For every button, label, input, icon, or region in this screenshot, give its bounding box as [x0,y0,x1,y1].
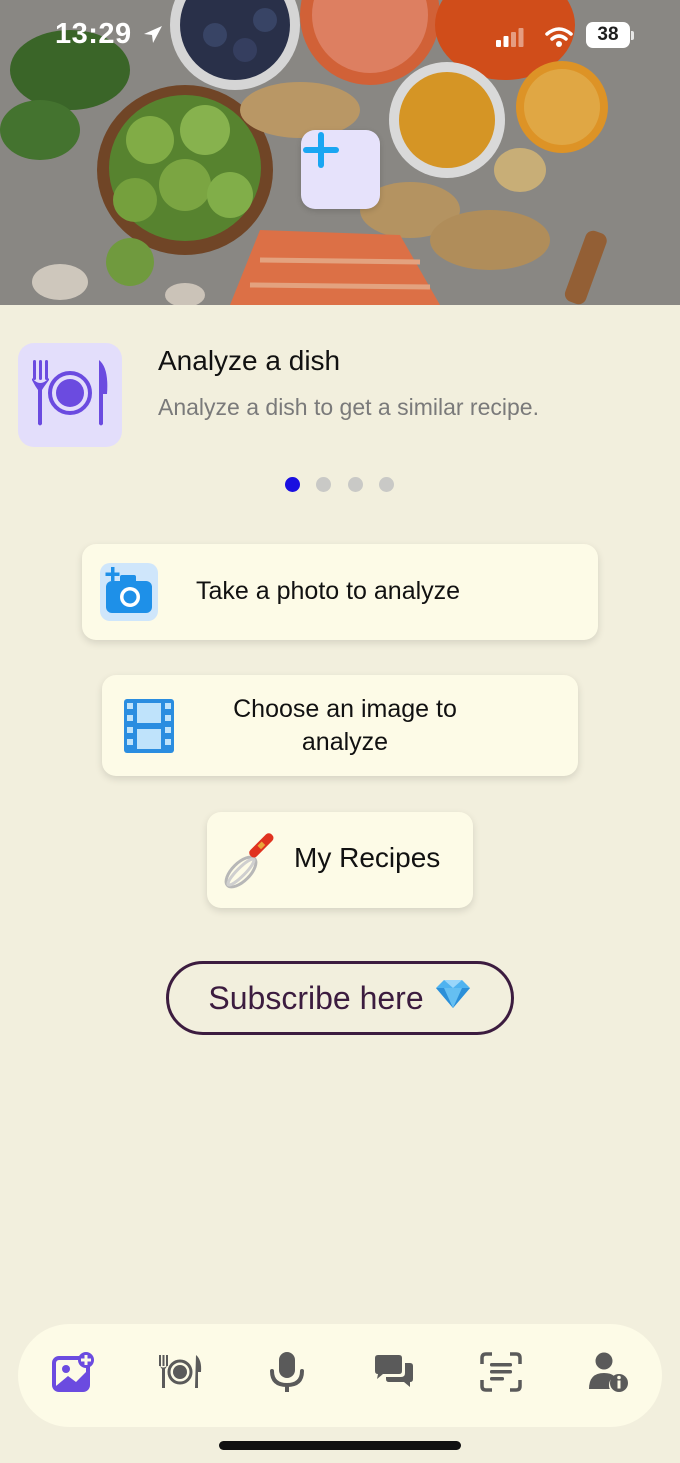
status-bar: 13:29 38 [0,0,680,72]
tab-voice[interactable] [257,1344,317,1404]
subscribe-label: Subscribe here [208,979,424,1016]
tab-dish[interactable] [150,1344,210,1404]
gem-icon [434,978,472,1018]
tab-text-scan[interactable] [471,1344,531,1404]
subscribe-button[interactable]: Subscribe here [166,961,514,1035]
plate-fork-knife-icon [27,358,113,433]
my-recipes-button[interactable]: My Recipes [207,812,473,908]
page-dot-3[interactable] [348,477,363,492]
feature-icon-tile [18,343,122,447]
chat-bubbles-icon [373,1354,415,1395]
film-strip-icon [124,699,174,758]
add-photo-button[interactable] [301,130,380,209]
feature-title: Analyze a dish [158,345,341,376]
tab-image-add[interactable] [43,1344,103,1404]
whisk-icon [221,826,287,897]
status-time: 13:29 [55,18,132,50]
image-add-icon [52,1351,94,1397]
tab-profile[interactable] [578,1344,638,1404]
battery-nub [631,31,634,40]
feature-description: Analyze a dish to get a similar recipe. [158,394,539,420]
bottom-tab-bar [18,1324,662,1427]
page-dot-2[interactable] [316,477,331,492]
camera-plus-icon [100,563,158,626]
tab-chat[interactable] [364,1344,424,1404]
battery-icon: 38 [586,22,630,48]
user-info-icon [587,1351,629,1398]
feature-carousel-card[interactable]: Analyze a dish Analyze a dish to get a s… [18,343,658,453]
choose-image-button[interactable]: Choose an image to analyze [102,675,578,776]
microphone-icon [269,1351,305,1398]
home-indicator [219,1441,461,1450]
text-scan-icon [480,1351,522,1397]
my-recipes-label: My Recipes [294,842,441,873]
take-photo-button[interactable]: Take a photo to analyze [82,544,598,640]
choose-image-label: Choose an image to analyze [233,695,457,756]
take-photo-label: Take a photo to analyze [196,577,461,605]
page-dot-1[interactable] [285,477,300,492]
page-dot-4[interactable] [379,477,394,492]
hero-food-image: 13:29 38 [0,0,680,305]
plate-fork-knife-icon [157,1354,203,1395]
